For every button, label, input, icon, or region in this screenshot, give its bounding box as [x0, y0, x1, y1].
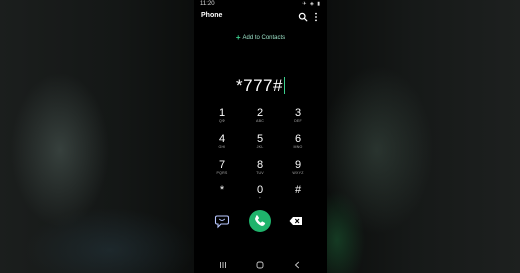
blurred-background-left [0, 0, 194, 273]
status-bar: 11:20 ✈ ◈ ▮ [194, 0, 327, 9]
blurred-background-right [327, 0, 520, 273]
status-icons: ✈ ◈ ▮ [302, 1, 321, 7]
key-letters: + [258, 196, 262, 200]
key-letters: WXYZ [292, 171, 304, 175]
navigation-bar [194, 258, 327, 273]
key-letters: PQRS [216, 171, 228, 175]
dial-number-display[interactable]: *777# [194, 76, 327, 96]
key-digit: 5 [256, 133, 264, 145]
key-letters: TUV [256, 171, 264, 175]
backspace-icon[interactable] [289, 216, 303, 226]
key-digit: 7 [218, 159, 226, 171]
keypad-key-hash[interactable]: # [282, 185, 314, 207]
add-to-contacts-label: Add to Contacts [242, 35, 286, 41]
key-digit: 6 [294, 133, 302, 145]
keypad-key-7[interactable]: 7 PQRS [206, 160, 238, 182]
bixby-icon[interactable] [214, 213, 230, 229]
key-digit: 2 [256, 107, 264, 119]
search-icon[interactable] [298, 12, 308, 22]
keypad-key-2[interactable]: 2 ABC [244, 108, 276, 130]
keypad-key-1[interactable]: 1 QΦ [206, 108, 238, 130]
key-digit: 0 [256, 184, 264, 196]
call-button[interactable] [249, 210, 271, 232]
status-time: 11:20 [200, 1, 215, 7]
key-letters: JKL [256, 145, 264, 149]
text-cursor [283, 77, 285, 94]
keypad-key-8[interactable]: 8 TUV [244, 160, 276, 182]
key-digit: 9 [294, 159, 302, 171]
keypad-key-5[interactable]: 5 JKL [244, 134, 276, 156]
more-vert-icon[interactable] [312, 12, 320, 22]
keypad-key-3[interactable]: 3 DEF [282, 108, 314, 130]
key-letters: QΦ [218, 119, 226, 123]
plus-icon: + [235, 33, 241, 42]
keypad-key-0[interactable]: 0 + [244, 185, 276, 207]
keypad-key-6[interactable]: 6 MNO [282, 134, 314, 156]
keypad-key-9[interactable]: 9 WXYZ [282, 160, 314, 182]
key-digit: * [219, 184, 225, 196]
keypad-key-star[interactable]: * [206, 185, 238, 207]
add-to-contacts-button[interactable]: + Add to Contacts [194, 33, 327, 42]
key-digit: # [294, 184, 302, 196]
recents-icon[interactable] [219, 261, 227, 269]
key-letters: ABC [256, 119, 264, 123]
key-letters: DEF [294, 119, 302, 123]
key-digit: 4 [218, 133, 226, 145]
key-digit: 1 [218, 107, 226, 119]
keypad-key-4[interactable]: 4 GHI [206, 134, 238, 156]
dial-number-text: *777# [236, 76, 283, 95]
phone-icon [255, 215, 266, 226]
home-icon[interactable] [256, 261, 264, 269]
app-title: Phone [201, 12, 223, 19]
key-letters: MNO [293, 145, 303, 149]
key-digit: 3 [294, 107, 302, 119]
key-letters: GHI [218, 145, 226, 149]
phone-screen: 11:20 ✈ ◈ ▮ Phone + Add to Contacts *777#… [194, 0, 327, 273]
key-digit: 8 [256, 159, 264, 171]
back-icon[interactable] [294, 261, 300, 269]
